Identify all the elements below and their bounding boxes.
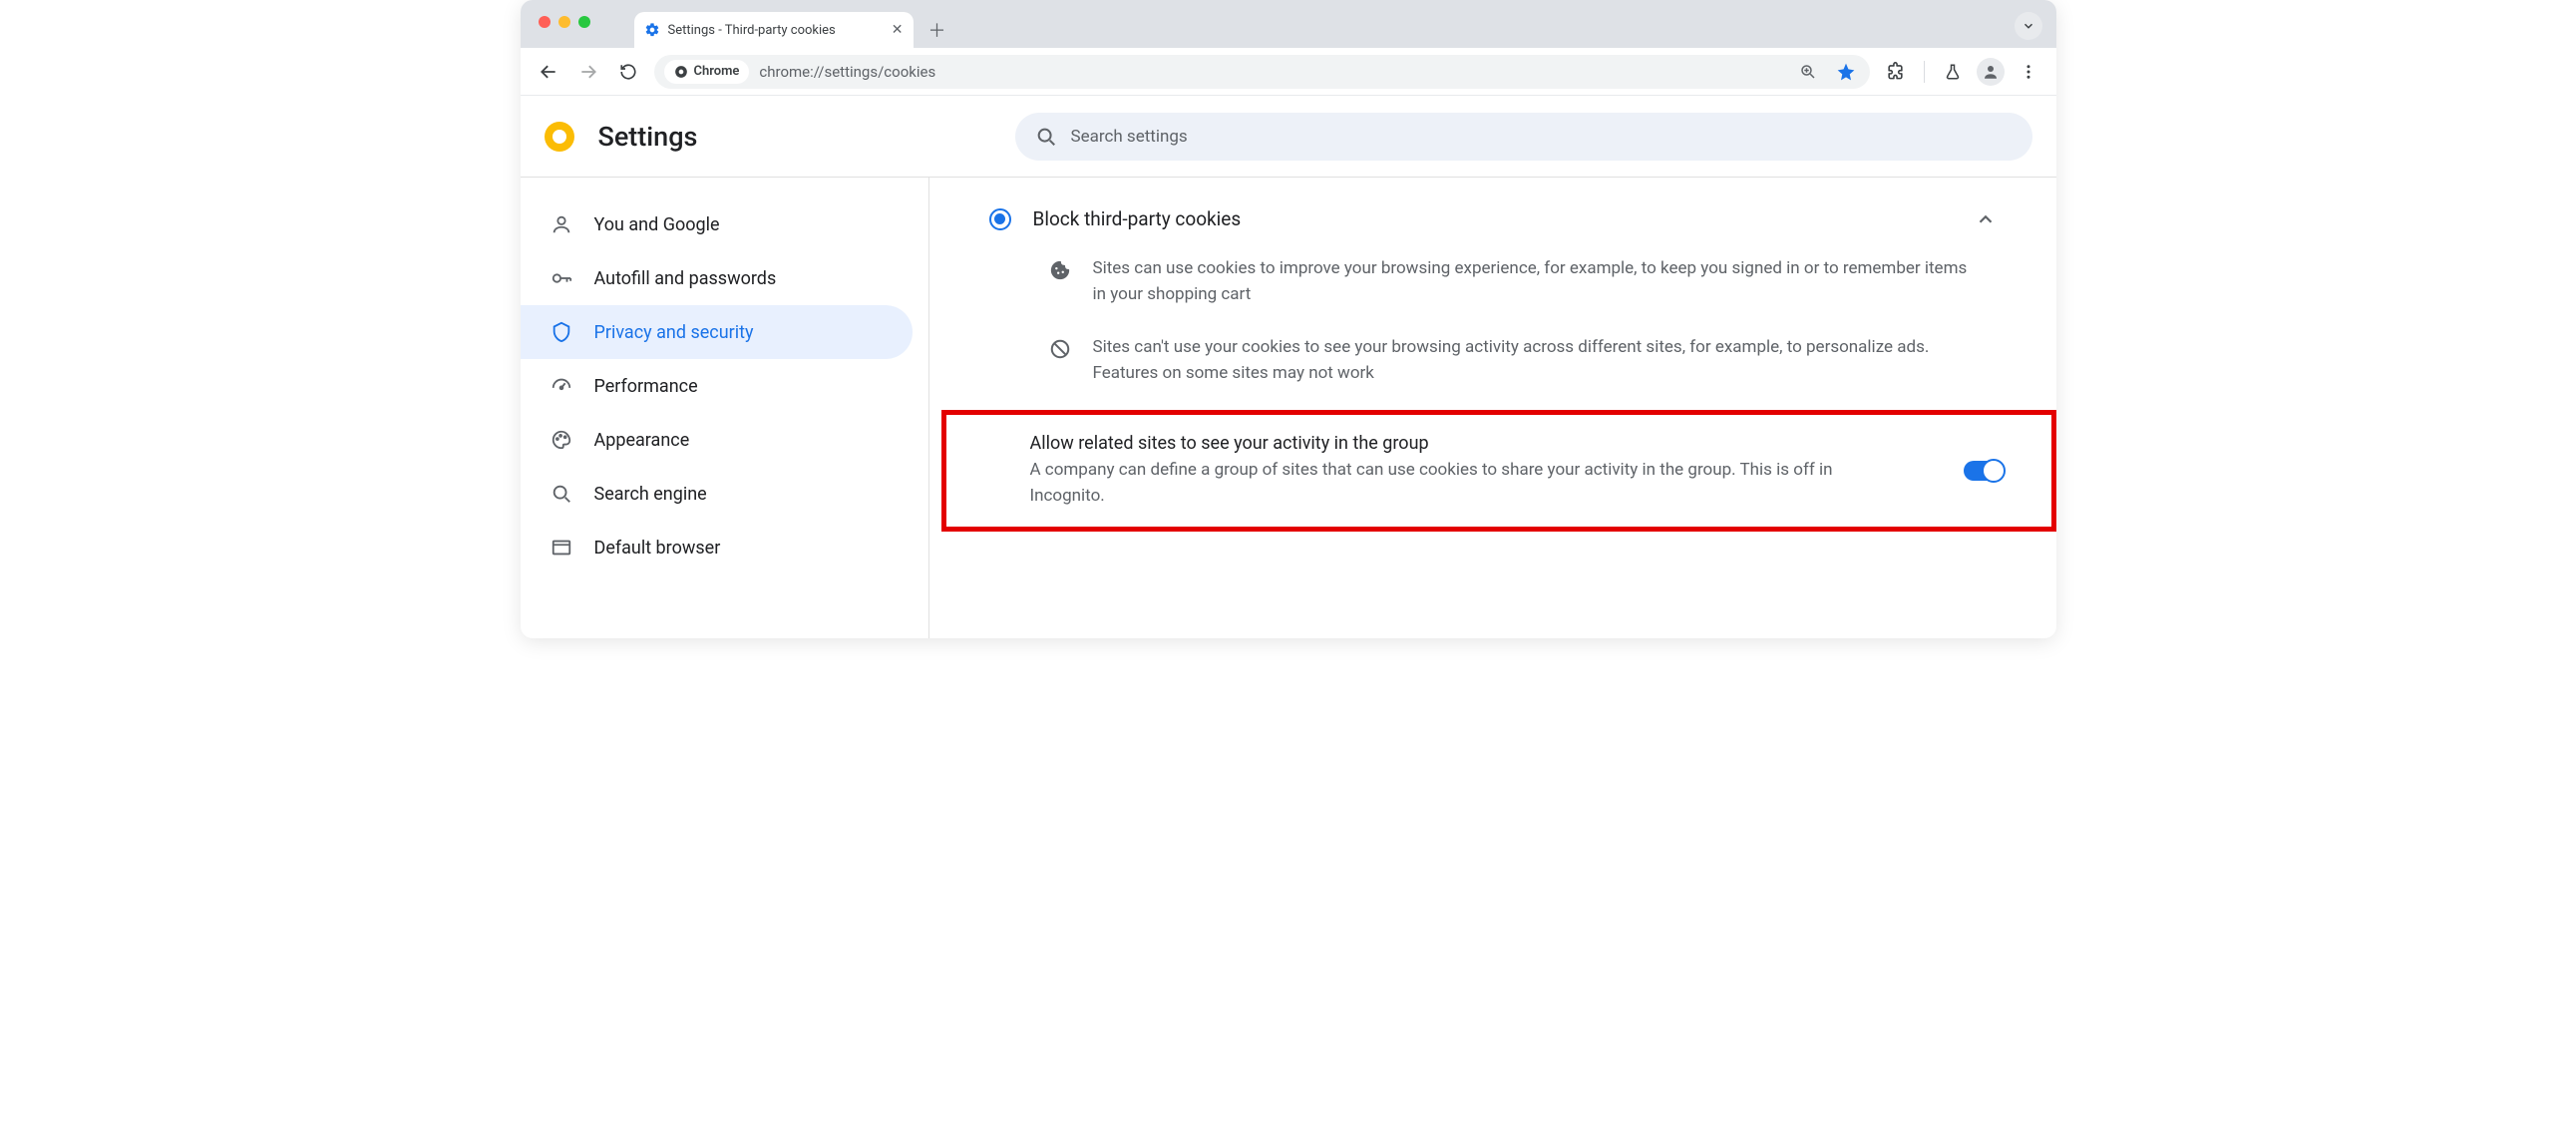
labs-icon[interactable] bbox=[1939, 58, 1967, 86]
sidebar-item-you-and-google[interactable]: You and Google bbox=[521, 197, 913, 251]
browser-window: Settings - Third-party cookies ✕ ＋ Chrom… bbox=[521, 0, 2056, 638]
minimize-window-button[interactable] bbox=[558, 16, 570, 28]
new-tab-button[interactable]: ＋ bbox=[923, 16, 951, 44]
sidebar-item-label: Performance bbox=[594, 376, 698, 397]
related-sites-description: A company can define a group of sites th… bbox=[1030, 458, 1868, 509]
cookie-icon bbox=[1049, 259, 1071, 281]
close-tab-button[interactable]: ✕ bbox=[892, 22, 904, 38]
cookies-card: Block third-party cookies Sites can use … bbox=[965, 195, 2021, 532]
back-button[interactable] bbox=[535, 58, 562, 86]
site-chip-label: Chrome bbox=[694, 64, 740, 79]
chrome-logo-icon bbox=[545, 122, 574, 152]
related-sites-highlight: Allow related sites to see your activity… bbox=[941, 410, 2056, 532]
sidebar-item-appearance[interactable]: Appearance bbox=[521, 413, 913, 467]
toolbar-divider bbox=[1924, 61, 1925, 83]
settings-content: Block third-party cookies Sites can use … bbox=[929, 178, 2056, 638]
chevron-up-icon[interactable] bbox=[1975, 208, 1997, 230]
related-sites-title: Allow related sites to see your activity… bbox=[1030, 433, 1944, 454]
gear-icon bbox=[644, 22, 660, 38]
block-icon bbox=[1049, 338, 1071, 360]
speedometer-icon bbox=[551, 375, 572, 397]
zoom-icon[interactable] bbox=[1794, 58, 1822, 86]
search-icon bbox=[1035, 126, 1057, 148]
tabs-overflow-button[interactable] bbox=[2015, 12, 2042, 40]
sidebar-item-label: Autofill and passwords bbox=[594, 268, 777, 289]
option-title: Block third-party cookies bbox=[1033, 207, 1953, 230]
related-sites-toggle[interactable] bbox=[1964, 461, 2004, 481]
browser-menu-button[interactable] bbox=[2015, 58, 2042, 86]
sidebar-item-label: Appearance bbox=[594, 430, 690, 451]
person-icon bbox=[551, 213, 572, 235]
sidebar-item-search-engine[interactable]: Search engine bbox=[521, 467, 913, 521]
chrome-icon bbox=[674, 65, 688, 79]
bookmark-star-icon[interactable] bbox=[1832, 58, 1860, 86]
radio-selected[interactable] bbox=[989, 208, 1011, 230]
cookie-benefit-description: Sites can use cookies to improve your br… bbox=[965, 242, 2021, 321]
cookie-block-description: Sites can't use your cookies to see your… bbox=[965, 321, 2021, 400]
search-placeholder: Search settings bbox=[1071, 127, 1188, 147]
palette-icon bbox=[551, 429, 572, 451]
browser-window-icon bbox=[551, 537, 572, 559]
reload-button[interactable] bbox=[614, 58, 642, 86]
shield-icon bbox=[551, 321, 572, 343]
site-chip[interactable]: Chrome bbox=[664, 60, 750, 84]
extensions-icon[interactable] bbox=[1882, 58, 1910, 86]
window-controls bbox=[539, 16, 590, 28]
key-icon bbox=[551, 267, 572, 289]
sidebar-item-autofill[interactable]: Autofill and passwords bbox=[521, 251, 913, 305]
browser-toolbar: Chrome chrome://settings/cookies bbox=[521, 48, 2056, 96]
description-text: Sites can't use your cookies to see your… bbox=[1093, 335, 1971, 386]
sidebar-item-label: Search engine bbox=[594, 484, 707, 505]
search-icon bbox=[551, 483, 572, 505]
forward-button[interactable] bbox=[574, 58, 602, 86]
tab-title: Settings - Third-party cookies bbox=[668, 23, 884, 38]
url-text: chrome://settings/cookies bbox=[759, 63, 935, 81]
sidebar-item-performance[interactable]: Performance bbox=[521, 359, 913, 413]
maximize-window-button[interactable] bbox=[578, 16, 590, 28]
settings-sidebar: You and Google Autofill and passwords Pr… bbox=[521, 178, 929, 638]
sidebar-item-label: Privacy and security bbox=[594, 322, 754, 343]
settings-header: Settings Search settings bbox=[521, 96, 2056, 178]
close-window-button[interactable] bbox=[539, 16, 551, 28]
address-bar[interactable]: Chrome chrome://settings/cookies bbox=[654, 55, 1870, 89]
sidebar-item-label: Default browser bbox=[594, 538, 721, 559]
sidebar-item-default-browser[interactable]: Default browser bbox=[521, 521, 913, 574]
block-third-party-cookies-option[interactable]: Block third-party cookies bbox=[965, 195, 2021, 242]
settings-body: You and Google Autofill and passwords Pr… bbox=[521, 178, 2056, 638]
browser-tab[interactable]: Settings - Third-party cookies ✕ bbox=[634, 12, 914, 48]
description-text: Sites can use cookies to improve your br… bbox=[1093, 256, 1971, 307]
sidebar-item-label: You and Google bbox=[594, 214, 720, 235]
tab-strip: Settings - Third-party cookies ✕ ＋ bbox=[521, 0, 2056, 48]
sidebar-item-privacy-security[interactable]: Privacy and security bbox=[521, 305, 913, 359]
profile-avatar[interactable] bbox=[1977, 58, 2005, 86]
search-settings-input[interactable]: Search settings bbox=[1015, 113, 2032, 161]
page-title: Settings bbox=[598, 121, 698, 153]
